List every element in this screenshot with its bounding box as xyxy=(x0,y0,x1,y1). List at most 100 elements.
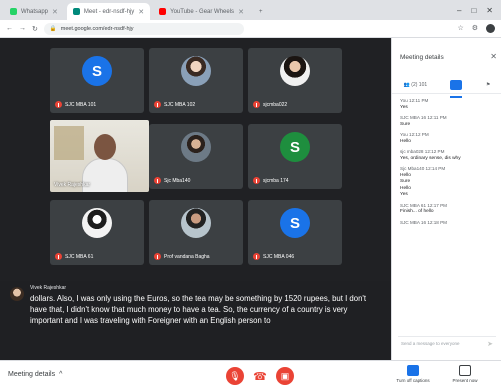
send-icon[interactable]: ➤ xyxy=(487,340,493,348)
message-text: Yes xyxy=(400,104,408,110)
participant-tile[interactable]: sjcmba022 xyxy=(248,48,342,113)
participant-name: SJC MBA 046 xyxy=(263,253,295,260)
message-text: Finish... of hello xyxy=(400,209,434,214)
avatar xyxy=(181,208,211,238)
new-tab-button[interactable]: + xyxy=(253,3,269,20)
participant-name: sjcmba 174 xyxy=(263,177,289,184)
participant-name: sjcmba022 xyxy=(263,101,288,108)
screen: Whatsapp ✕ Meet - edr-nsdf-hjy ✕ YouTube… xyxy=(0,0,501,390)
mic-off-icon xyxy=(55,253,62,260)
meeting-controls: Meeting details ^ 🎙 ☎ ▣ Turn off caption… xyxy=(0,360,501,390)
chat-message: SJC MBA 16 12:18 PM xyxy=(400,220,498,227)
star-icon[interactable]: ☆ xyxy=(457,24,463,33)
youtube-icon xyxy=(159,8,167,15)
participant-tile[interactable]: SJC MBA 102 xyxy=(149,48,243,113)
chat-messages: You 12:11 PM Yes SJC MBA 16 12:11 PM Sure … xyxy=(400,98,498,230)
avatar xyxy=(82,208,112,238)
participant-tile[interactable]: SJC MBA 61 xyxy=(50,200,144,265)
address-bar: ← → ↻ 🔒 meet.google.com/edr-nsdf-hjy ☆ ⚙ xyxy=(0,20,501,38)
avatar: S xyxy=(280,132,310,162)
chat-message: SJC MBA 61 12:17 PM Finish... of hello xyxy=(400,203,498,216)
avatar: S xyxy=(280,208,310,238)
participant-name-row: sjcmba022 xyxy=(253,101,287,108)
phone-hangup-icon: ☎ xyxy=(253,370,267,383)
url-text: meet.google.com/edr-nsdf-hjy xyxy=(60,25,134,32)
people-count: (2) 101 xyxy=(411,81,428,88)
captions-label: Turn off captions xyxy=(396,378,430,383)
profile-avatar[interactable] xyxy=(486,24,495,33)
back-icon[interactable]: ← xyxy=(6,25,13,32)
avatar xyxy=(181,132,211,162)
chat-input[interactable]: Send a message to everyone ➤ xyxy=(398,336,496,350)
tab-chat[interactable] xyxy=(450,79,463,98)
present-label: Present now xyxy=(452,378,478,383)
participant-tile[interactable]: S SJC MBA 101 xyxy=(50,48,144,113)
browser-tab-meet[interactable]: Meet - edr-nsdf-hjy ✕ xyxy=(66,3,151,20)
mic-off-icon xyxy=(253,253,260,260)
lock-icon: 🔒 xyxy=(49,25,57,32)
leave-call-button[interactable]: ☎ xyxy=(249,368,271,384)
present-now-button[interactable]: Present now xyxy=(440,365,490,383)
message-sender: SJC MBA 16 12:18 PM xyxy=(400,219,447,225)
participant-tile[interactable]: Prof vandana Bagha xyxy=(149,200,243,265)
whatsapp-icon xyxy=(10,8,17,15)
close-icon[interactable]: ✕ xyxy=(52,8,58,16)
meeting-details-label: Meeting details xyxy=(8,371,56,378)
mic-off-icon: 🎙 xyxy=(229,370,241,381)
message-text: Yes, ordinary sense, dis why xyxy=(400,155,461,161)
camera-toggle-button[interactable]: ▣ xyxy=(276,367,294,385)
chevron-up-icon: ^ xyxy=(59,371,63,378)
extensions-icon[interactable]: ⚙ xyxy=(472,24,478,33)
participant-tile[interactable]: S SJC MBA 046 xyxy=(248,200,342,265)
window-controls: – □ ✕ xyxy=(457,6,501,20)
maximize-button[interactable]: □ xyxy=(471,6,476,15)
meeting-details-button[interactable]: Meeting details ^ xyxy=(8,371,62,378)
camera-off-icon: ▣ xyxy=(280,370,290,381)
url-field[interactable]: 🔒 meet.google.com/edr-nsdf-hjy xyxy=(43,22,244,35)
participant-name-row: SJC MBA 101 xyxy=(55,101,96,108)
close-icon[interactable]: ✕ xyxy=(490,52,497,61)
present-icon xyxy=(459,365,471,376)
avatar xyxy=(280,56,310,86)
speaker-head xyxy=(94,134,116,160)
mic-off-icon xyxy=(154,177,161,184)
tab-label: Meet - edr-nsdf-hjy xyxy=(83,8,135,15)
close-window-button[interactable]: ✕ xyxy=(486,6,493,15)
mic-off-icon xyxy=(154,101,161,108)
participant-name: SJC MBA 102 xyxy=(164,101,196,108)
participant-name-row: Sjc Mba140 xyxy=(154,177,190,184)
mic-off-icon xyxy=(55,101,62,108)
participant-name: SJC MBA 61 xyxy=(65,253,94,260)
participant-tile[interactable]: Sjc Mba140 xyxy=(149,124,243,189)
browser-tab-whatsapp[interactable]: Whatsapp ✕ xyxy=(4,3,64,20)
close-icon[interactable]: ✕ xyxy=(138,8,144,16)
mic-toggle-button[interactable]: 🎙 xyxy=(226,367,244,385)
tab-label: Whatsapp xyxy=(21,8,49,15)
caption-text: dollars. Also, I was only using the Euro… xyxy=(30,294,367,326)
panel-tabs: 👥 (2) 101 ⚑ xyxy=(392,76,501,98)
live-caption: Vivek Rajeshkar dollars. Also, I was onl… xyxy=(0,281,391,360)
browser-tab-youtube[interactable]: YouTube - Gear Wheels ✕ xyxy=(153,3,250,20)
avatar: S xyxy=(82,56,112,86)
participant-name-row: SJC MBA 046 xyxy=(253,253,294,260)
reload-icon[interactable]: ↻ xyxy=(32,25,38,33)
participant-tile[interactable]: S sjcmba 174 xyxy=(248,124,342,189)
pinned-speaker-video[interactable]: Vivek Rajeshkar xyxy=(50,120,149,192)
mic-off-icon xyxy=(154,253,161,260)
captions-button[interactable]: Turn off captions xyxy=(388,365,438,383)
mic-off-icon xyxy=(253,101,260,108)
tab-label: YouTube - Gear Wheels xyxy=(170,8,235,15)
participant-name: SJC MBA 101 xyxy=(65,101,97,108)
minimize-button[interactable]: – xyxy=(457,6,461,15)
caption-speaker: Vivek Rajeshkar xyxy=(30,285,67,291)
participant-name-row: Prof vandana Bagha xyxy=(154,253,210,260)
forward-icon[interactable]: → xyxy=(19,25,26,32)
mic-off-icon xyxy=(253,177,260,184)
tab-people[interactable]: 👥 (2) 101 xyxy=(404,82,427,88)
tab-activities[interactable]: ⚑ xyxy=(486,82,490,88)
speaker-avatar xyxy=(10,287,24,301)
message-text: Yes xyxy=(400,192,408,197)
close-icon[interactable]: ✕ xyxy=(238,8,244,16)
browser-actions: ☆ ⚙ xyxy=(457,24,495,33)
participant-name: Vivek Rajeshkar xyxy=(54,182,91,188)
